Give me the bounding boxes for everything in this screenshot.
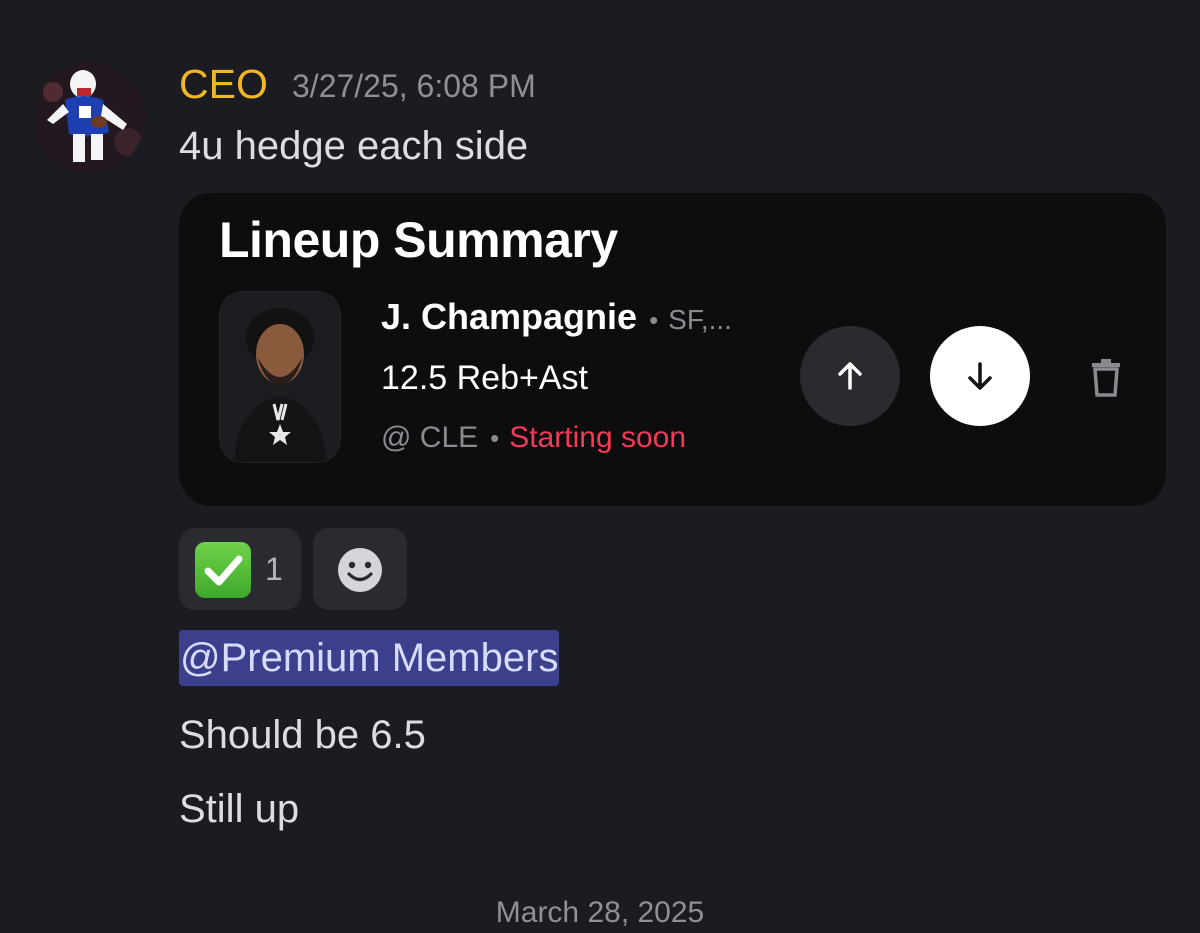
card-title: Lineup Summary — [219, 212, 618, 268]
reaction-count: 1 — [265, 551, 283, 587]
separator-dot: • — [490, 423, 500, 453]
message-timestamp: 3/27/25, 6:08 PM — [292, 68, 536, 104]
role-mention[interactable]: @Premium Members — [179, 630, 560, 686]
player-photo — [219, 291, 341, 463]
delete-button[interactable] — [1084, 355, 1128, 399]
separator-dot: • — [649, 305, 659, 335]
date-divider: March 28, 2025 — [495, 896, 705, 929]
lineup-summary-card: Lineup Summary J. Champagnie • SF,... 12.5… — [179, 193, 1166, 506]
reaction-check[interactable]: 1 — [179, 528, 301, 610]
username[interactable]: CEO — [179, 58, 268, 110]
user-avatar[interactable] — [33, 62, 145, 174]
check-mark-icon — [195, 542, 251, 598]
player-name[interactable]: J. Champagnie — [381, 296, 637, 337]
player-headshot-image — [220, 292, 340, 462]
arrow-up-icon — [838, 362, 862, 390]
message-text: 4u hedge each side — [179, 124, 529, 168]
less-button[interactable] — [930, 326, 1030, 426]
message-text: Should be 6.5 — [179, 713, 426, 757]
player-name-row: J. Champagnie • SF,... — [381, 293, 732, 349]
add-reaction-icon — [338, 548, 382, 592]
add-reaction-button[interactable] — [313, 528, 407, 610]
game-info-row: @ CLE • Starting soon — [381, 415, 686, 466]
trash-icon — [1092, 359, 1120, 397]
arrow-down-icon — [968, 362, 992, 390]
more-button[interactable] — [800, 326, 900, 426]
game-status: Starting soon — [509, 421, 687, 454]
message-text: Still up — [179, 787, 300, 831]
prop-line: 12.5 Reb+Ast — [381, 359, 588, 397]
player-position: SF,... — [668, 304, 732, 335]
opponent: @ CLE — [381, 421, 479, 454]
football-player-avatar-image — [33, 62, 145, 174]
